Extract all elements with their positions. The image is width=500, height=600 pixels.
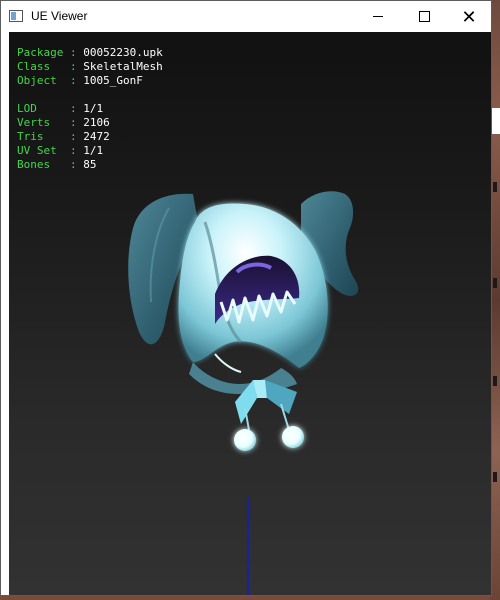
desktop-mark (493, 182, 497, 192)
title-bar[interactable]: UE Viewer ✕ (1, 1, 491, 32)
maximize-button[interactable] (401, 1, 447, 32)
close-button[interactable]: ✕ (446, 1, 492, 32)
pompom-right (282, 426, 304, 448)
maximize-icon (418, 11, 430, 22)
desktop-mark (493, 376, 497, 386)
close-icon: ✕ (461, 6, 477, 27)
minimize-button[interactable] (355, 1, 401, 32)
window-app-icon[interactable] (9, 10, 23, 22)
pompom-left (234, 429, 256, 451)
z-axis-line (247, 497, 249, 595)
3d-viewport[interactable]: Package : 00052230.upk Class : SkeletalM… (9, 32, 491, 595)
skeletal-mesh-render (128, 191, 359, 451)
desktop-mark (493, 472, 497, 482)
desktop-mark (493, 278, 497, 288)
window-title: UE Viewer (31, 9, 88, 23)
minimize-icon (373, 16, 383, 17)
ue-viewer-window: UE Viewer ✕ Package : 00052230.upk Class… (0, 0, 492, 596)
